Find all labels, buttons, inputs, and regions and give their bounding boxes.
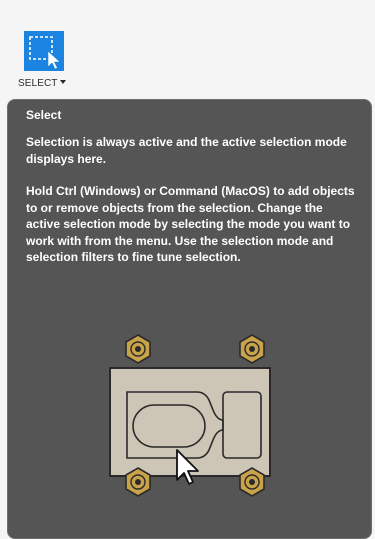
hex-bolt-icon	[239, 467, 265, 497]
selection-box-cursor-icon	[24, 31, 64, 71]
select-button[interactable]: SELECT	[10, 26, 85, 94]
toolbar: SELECT	[0, 0, 375, 100]
select-label: SELECT	[18, 78, 66, 89]
hex-bolt-icon	[239, 334, 265, 364]
hex-bolt-icon	[125, 467, 151, 497]
tooltip-panel: Select Selection is always active and th…	[7, 99, 372, 539]
hex-bolt-icon	[125, 334, 151, 364]
tooltip-description: Selection is always active and the activ…	[26, 135, 347, 166]
dropdown-arrow-icon[interactable]	[59, 80, 66, 85]
plate-with-bolts-illustration	[109, 334, 271, 497]
tooltip-title: Select	[26, 108, 62, 122]
tooltip-instructions: Hold Ctrl (Windows) or Command (MacOS) t…	[26, 184, 355, 264]
